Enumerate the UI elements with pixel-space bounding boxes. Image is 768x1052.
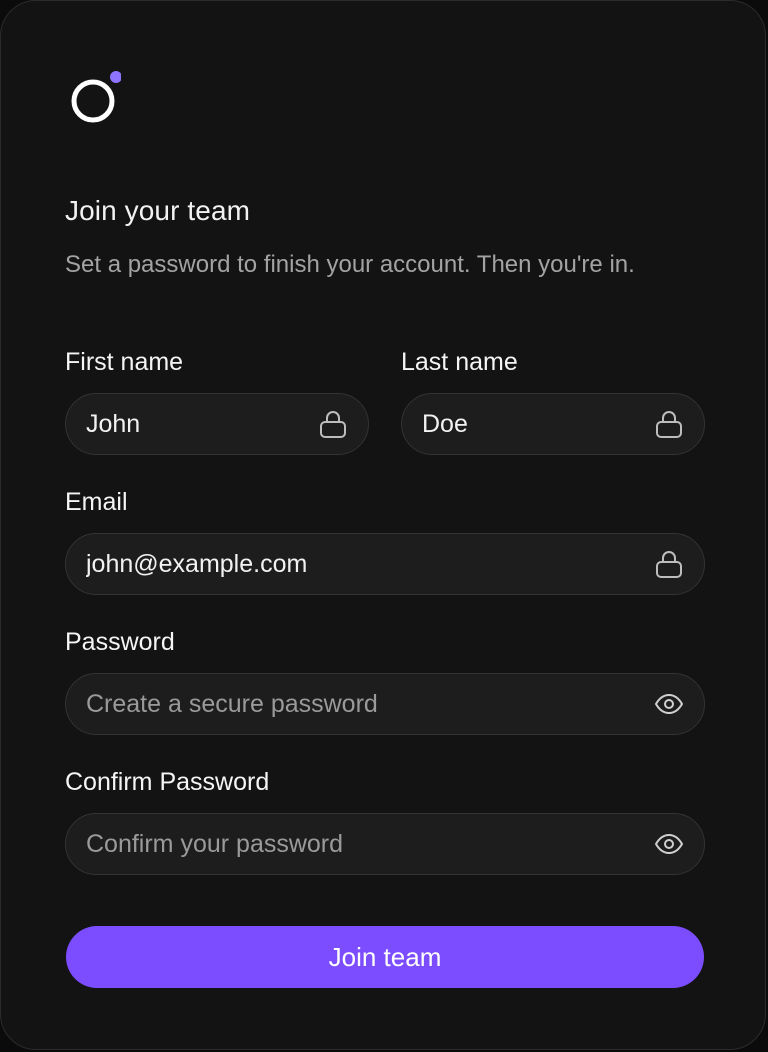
page-title: Join your team xyxy=(65,195,251,226)
email-label: Email xyxy=(65,488,128,516)
join-team-card: Join your team Set a password to finish … xyxy=(0,0,766,1050)
join-team-button[interactable]: Join team xyxy=(66,926,704,988)
password-input[interactable] xyxy=(86,674,644,734)
eye-icon[interactable] xyxy=(654,829,684,859)
last-name-input[interactable] xyxy=(422,394,644,454)
last-name-field[interactable] xyxy=(401,393,705,455)
lock-icon xyxy=(318,409,348,439)
confirm-password-label: Confirm Password xyxy=(65,768,270,796)
first-name-label: First name xyxy=(65,348,184,376)
eye-icon[interactable] xyxy=(654,689,684,719)
first-name-field[interactable] xyxy=(65,393,369,455)
lock-icon xyxy=(654,409,684,439)
lock-icon xyxy=(654,549,684,579)
confirm-password-field[interactable] xyxy=(65,813,705,875)
confirm-password-input[interactable] xyxy=(86,814,644,874)
last-name-label: Last name xyxy=(401,348,518,376)
page-subtitle: Set a password to finish your account. T… xyxy=(65,251,635,278)
first-name-input[interactable] xyxy=(86,394,308,454)
ring-logo-icon xyxy=(71,71,121,123)
password-field[interactable] xyxy=(65,673,705,735)
password-label: Password xyxy=(65,628,175,656)
email-field[interactable] xyxy=(65,533,705,595)
email-input[interactable] xyxy=(86,534,644,594)
